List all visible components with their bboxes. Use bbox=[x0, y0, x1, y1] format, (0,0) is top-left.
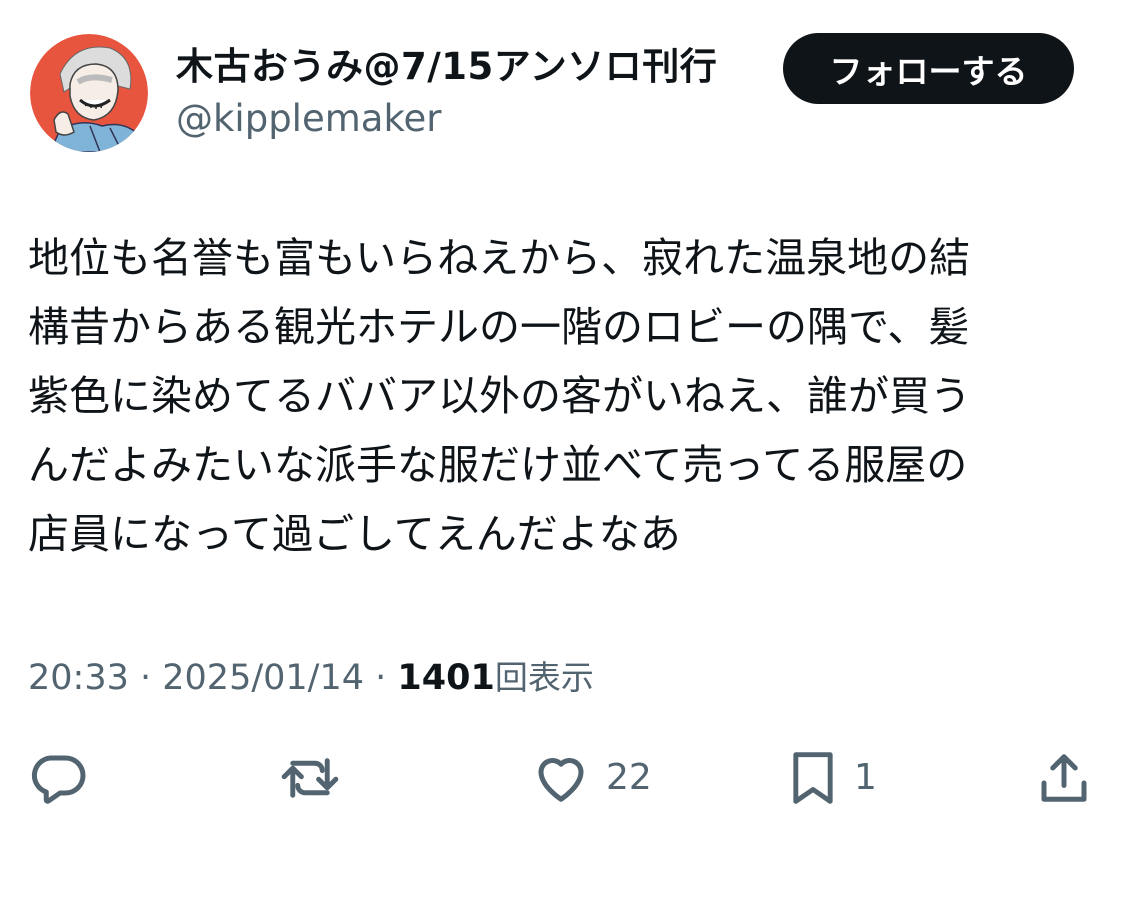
reply-button[interactable] bbox=[28, 748, 88, 808]
retweet-button[interactable] bbox=[278, 748, 342, 808]
bookmark-count: 1 bbox=[854, 757, 877, 798]
bookmark-icon bbox=[793, 752, 833, 804]
tweet-text: 地位も名誉も富もいらねえから、寂れた温泉地の結 構昔からある観光ホテルの一階のロ… bbox=[28, 224, 1078, 569]
tweet-text-line: 紫色に染めてるババア以外の客がいねえ、誰が買う bbox=[28, 372, 971, 420]
like-button[interactable]: 22 bbox=[530, 748, 652, 808]
views-label: 回表示 bbox=[494, 658, 594, 697]
user-handle[interactable]: @kipplemaker bbox=[176, 96, 442, 142]
heart-icon bbox=[538, 758, 584, 802]
bookmark-button[interactable]: 1 bbox=[786, 748, 877, 808]
follow-button[interactable]: フォローする bbox=[783, 33, 1074, 104]
share-button[interactable] bbox=[1034, 748, 1094, 808]
tweet-meta: 20:33 · 2025/01/14 · 1401回表示 bbox=[28, 655, 594, 701]
like-count: 22 bbox=[606, 757, 652, 798]
display-name[interactable]: 木古おうみ@7/15アンソロ刊行 bbox=[176, 44, 717, 90]
tweet-text-line: んだよみたいな派手な服だけ並べて売ってる服屋の bbox=[28, 441, 968, 489]
reply-icon bbox=[31, 755, 86, 804]
tweet-text-line: 地位も名誉も富もいらねえから、寂れた温泉地の結 bbox=[28, 234, 971, 282]
tweet-date[interactable]: 2025/01/14 bbox=[162, 658, 364, 698]
tweet-time[interactable]: 20:33 bbox=[28, 658, 129, 698]
views-count: 1401 bbox=[397, 658, 495, 698]
tweet-text-line: 構昔からある観光ホテルの一階のロビーの隅で、髪 bbox=[28, 303, 970, 351]
retweet-icon bbox=[281, 758, 339, 798]
share-icon bbox=[1041, 754, 1087, 802]
meta-separator: · bbox=[364, 658, 398, 698]
avatar-illustration bbox=[30, 34, 148, 152]
avatar[interactable] bbox=[30, 34, 148, 152]
meta-separator: · bbox=[128, 658, 163, 698]
tweet-text-line: 店員になって過ごしてえんだよなあ bbox=[28, 510, 681, 558]
